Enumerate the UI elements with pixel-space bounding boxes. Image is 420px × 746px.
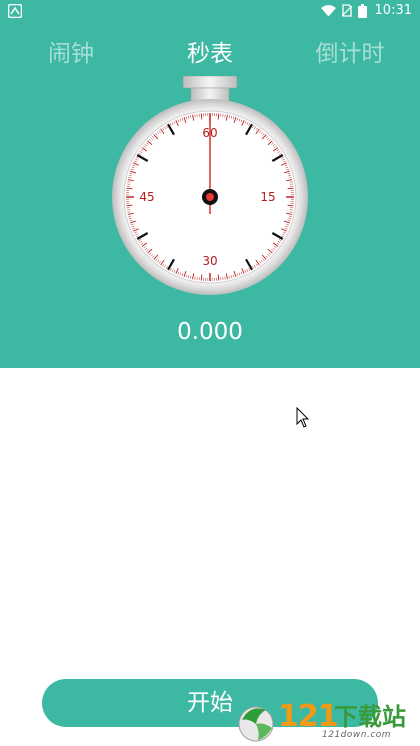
dial-tick	[287, 187, 294, 190]
dial-tick	[287, 204, 294, 207]
watermark-logo: 121 下载站 121down.com	[236, 700, 416, 744]
header-panel: 10:31 闹钟 秒表 倒计时 60 15 30 45 0.000	[0, 0, 420, 368]
dial-tick	[200, 113, 203, 120]
dial-tick	[200, 274, 203, 281]
dial-label-45: 45	[139, 190, 154, 204]
tab-stopwatch[interactable]: 秒表	[160, 34, 260, 74]
elapsed-time: 0.000	[177, 319, 243, 345]
tab-bar: 闹钟 秒表 倒计时	[0, 34, 420, 74]
battery-icon	[357, 3, 367, 18]
hand-pivot-inner	[206, 193, 214, 201]
no-sim-icon	[341, 4, 352, 17]
watermark-title: 下载站	[334, 703, 406, 731]
watermark-number: 121	[278, 699, 339, 734]
crown-top	[182, 76, 238, 89]
notification-app-icon	[8, 4, 22, 18]
tab-countdown[interactable]: 倒计时	[300, 34, 400, 74]
status-bar: 10:31	[0, 0, 420, 24]
watermark-globe-icon	[238, 706, 274, 742]
mouse-pointer-icon	[296, 407, 310, 428]
watermark-url: 121down.com	[322, 730, 392, 740]
wifi-icon	[320, 4, 336, 16]
stopwatch-dial: 60 15 30 45	[112, 76, 308, 295]
dial-tick	[126, 204, 133, 207]
dial-tick	[126, 187, 133, 190]
clock-time: 10:31	[374, 3, 412, 18]
tab-alarm[interactable]: 闹钟	[21, 34, 121, 74]
dial-label-30: 30	[202, 254, 217, 268]
dial-tick	[217, 113, 220, 120]
dial-label-15: 15	[260, 190, 275, 204]
dial-tick	[217, 274, 220, 281]
